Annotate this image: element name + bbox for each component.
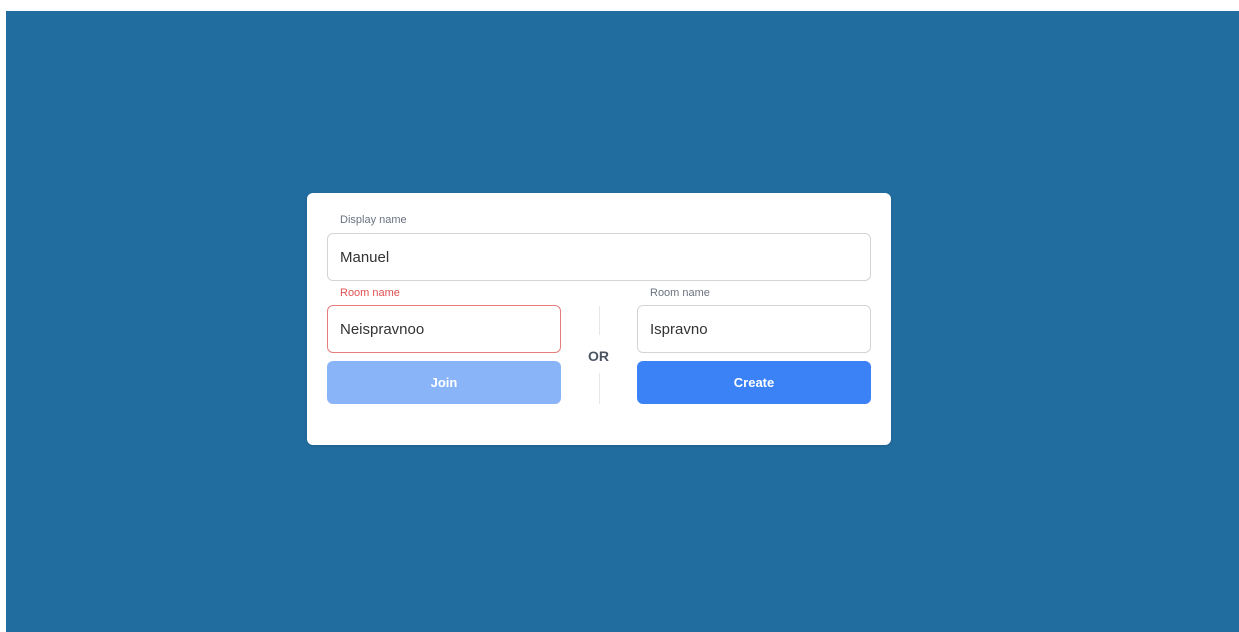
join-room-name-input[interactable] xyxy=(327,305,561,353)
join-room-name-label: Room name xyxy=(340,287,400,299)
join-button[interactable]: Join xyxy=(327,361,561,404)
create-room-name-label: Room name xyxy=(650,287,710,299)
divider-line-top xyxy=(599,306,600,335)
room-form-card: Display name Room name Join OR Room name… xyxy=(307,193,891,445)
display-name-input[interactable] xyxy=(327,233,871,281)
create-room-name-input[interactable] xyxy=(637,305,871,353)
create-button[interactable]: Create xyxy=(637,361,871,404)
divider-line-bottom xyxy=(599,373,600,404)
display-name-label: Display name xyxy=(340,214,407,226)
or-divider: OR xyxy=(588,348,609,364)
